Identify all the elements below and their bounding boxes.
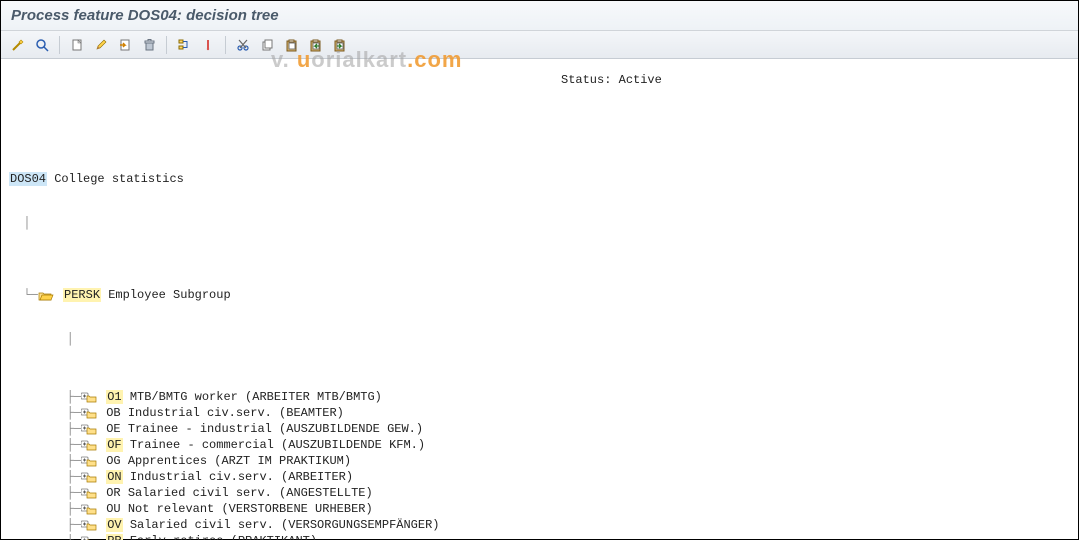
tree-collapse-icon[interactable] [173,35,195,55]
status-value: Active [619,73,662,87]
tree-leaf[interactable]: ├─ OF Trainee - commercial (AUSZUBILDEND… [9,437,1078,453]
tree-leaf[interactable]: ├─ OB Industrial civ.serv. (BEAMTER) [9,405,1078,421]
cut-icon[interactable] [232,35,254,55]
tree-leaf[interactable]: ├─ ON Industrial civ.serv. (ARBEITER) [9,469,1078,485]
leaf-text: Trainee - industrial (AUSZUBILDENDE GEW.… [128,422,423,436]
leaf-code: OF [106,438,122,452]
leaf-code: OG [106,454,120,468]
leaf-code: OU [106,502,120,516]
title-bar: Process feature DOS04: decision tree [1,1,1078,31]
expand-node-icon[interactable] [81,438,97,452]
tree-leaf[interactable]: ├─ OE Trainee - industrial (AUSZUBILDEND… [9,421,1078,437]
status-label: Status: [561,73,611,87]
tree-leaf[interactable]: ├─ OU Not relevant (VERSTORBENE URHEBER) [9,501,1078,517]
tree-leaf[interactable]: ├─ PR Early retiree (PRAKTIKANT) [9,533,1078,540]
clipboard-right-icon[interactable] [328,35,350,55]
toolbar-separator [166,36,167,54]
leaf-text: Industrial civ.serv. (BEAMTER) [128,406,344,420]
leaf-text: Trainee - commercial (AUSZUBILDENDE KFM.… [130,438,425,452]
expand-node-icon[interactable] [81,422,97,436]
tree-group[interactable]: └─ PERSK Employee Subgroup [9,287,1078,303]
magnifier-icon[interactable] [31,35,53,55]
clipboard-left-icon[interactable] [304,35,326,55]
leaf-code: OV [106,518,122,532]
leaf-code: OE [106,422,120,436]
leaf-text: Salaried civil serv. (VERSORGUNGSEMPFÄNG… [130,518,440,532]
edit-pencil-icon[interactable] [90,35,112,55]
group-text: Employee Subgroup [108,288,230,302]
leaf-code: OR [106,486,120,500]
leaf-text: Salaried civil serv. (ANGESTELLTE) [128,486,373,500]
activate-icon[interactable] [114,35,136,55]
leaf-text: Early retiree (PRAKTIKANT) [130,534,317,540]
leaf-text: Industrial civ.serv. (ARBEITER) [130,470,353,484]
expand-node-icon[interactable] [81,534,97,540]
copy-icon[interactable] [256,35,278,55]
leaf-text: Apprentices (ARZT IM PRAKTIKUM) [128,454,351,468]
expand-node-icon[interactable] [81,486,97,500]
leaf-text: Not relevant (VERSTORBENE URHEBER) [128,502,373,516]
expand-node-icon[interactable] [81,470,97,484]
group-code: PERSK [63,288,101,302]
tree-content: Status: Active DOS04 College statistics … [1,59,1078,540]
root-code: DOS04 [9,172,47,186]
tree-root[interactable]: DOS04 College statistics [9,171,1078,187]
expand-node-icon[interactable] [81,502,97,516]
status-line: Status: Active [561,73,662,87]
tree-leaf[interactable]: ├─ O1 MTB/BMTG worker (ARBEITER MTB/BMTG… [9,389,1078,405]
toolbar-separator [59,36,60,54]
tree-leaf[interactable]: ├─ OG Apprentices (ARZT IM PRAKTIKUM) [9,453,1078,469]
leaf-code: O1 [106,390,122,404]
folder-open-icon [38,288,54,302]
tree-leaf[interactable]: ├─ OV Salaried civil serv. (VERSORGUNGSE… [9,517,1078,533]
pencil-wand-icon[interactable] [7,35,29,55]
toolbar-separator [225,36,226,54]
toolbar [1,31,1078,59]
paste-icon[interactable] [280,35,302,55]
new-page-icon[interactable] [66,35,88,55]
position-icon[interactable] [197,35,219,55]
trash-icon[interactable] [138,35,160,55]
root-text: College statistics [54,172,184,186]
expand-node-icon[interactable] [81,406,97,420]
leaf-code: ON [106,470,122,484]
tree-leaf[interactable]: ├─ OR Salaried civil serv. (ANGESTELLTE) [9,485,1078,501]
page-title: Process feature DOS04: decision tree [11,7,279,24]
leaf-code: OB [106,406,120,420]
leaf-code: PR [106,534,122,540]
leaf-text: MTB/BMTG worker (ARBEITER MTB/BMTG) [130,390,382,404]
expand-node-icon[interactable] [81,518,97,532]
expand-node-icon[interactable] [81,454,97,468]
expand-node-icon[interactable] [81,390,97,404]
